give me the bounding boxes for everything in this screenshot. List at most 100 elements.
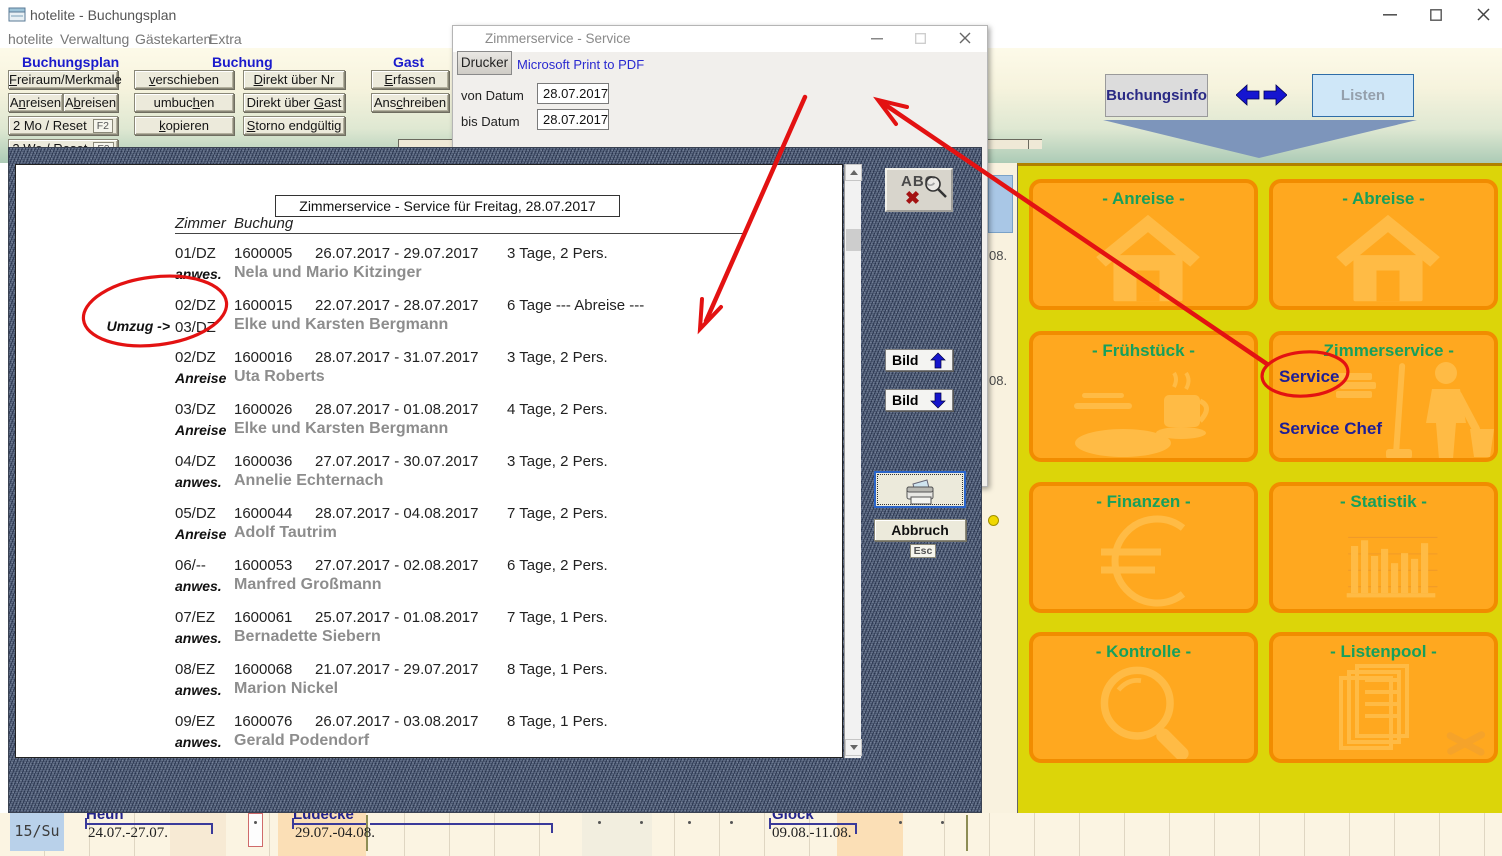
row-stay-info: 3 Tage, 2 Pers. — [507, 349, 608, 366]
arrow-left-icon[interactable] — [1236, 84, 1260, 106]
tile-anreise[interactable]: - Anreise - — [1029, 179, 1258, 310]
menu-verwaltung[interactable]: Verwaltung — [60, 31, 129, 47]
section-label-buchung: Buchung — [212, 54, 273, 70]
report-row: 05/DZ Anreise 1600044 28.07.2017 - 04.08… — [16, 502, 844, 554]
abreisen-button[interactable]: Abreisen — [63, 93, 118, 112]
row-stay-info: 8 Tage, 1 Pers. — [507, 713, 608, 730]
row-date-range: 28.07.2017 - 01.08.2017 — [315, 401, 478, 418]
preview-scrollbar[interactable] — [844, 164, 861, 758]
esc-key-badge: Esc — [910, 544, 937, 558]
tile-finanzen[interactable]: - Finanzen - — [1029, 482, 1258, 613]
booking-bar[interactable] — [370, 823, 552, 825]
bis-datum-field[interactable] — [537, 109, 609, 130]
scrollbar-thumb[interactable] — [846, 229, 861, 251]
verschieben-button[interactable]: verschieben — [134, 70, 234, 89]
page-up-button[interactable]: Bild — [885, 349, 953, 371]
report-row: 03/DZ Anreise 1600026 28.07.2017 - 01.08… — [16, 398, 844, 450]
tile-statistik[interactable]: - Statistik - — [1269, 482, 1498, 613]
zwei-monate-reset-button[interactable]: 2 Mo / ResetF2 — [8, 116, 118, 135]
row-booking-number: 1600026 — [234, 401, 292, 418]
bookingplan-row-strip: 15/Su Heun 24.07.-27.07. Lüdecke 29.07.-… — [0, 813, 1502, 856]
tools-icon — [1443, 726, 1488, 761]
row-room: 07/EZ — [175, 609, 215, 626]
row-room: 02/DZ — [175, 349, 216, 366]
scroll-up-button[interactable] — [845, 164, 862, 181]
row-stay-info: 6 Tage --- Abreise --- — [507, 297, 644, 314]
row-status: anwes. — [175, 266, 222, 282]
close-icon[interactable] — [1477, 8, 1490, 21]
breakfast-icon — [1068, 365, 1228, 460]
umbuchen-button[interactable]: umbuchen — [134, 93, 234, 112]
row-guest-name: Nela und Mario Kitzinger — [234, 264, 422, 282]
report-row: 08/EZ anwes. 1600068 21.07.2017 - 29.07.… — [16, 658, 844, 710]
selected-day-cell[interactable] — [248, 813, 263, 847]
zoom-text-button[interactable]: ABC ✖ — [885, 168, 953, 212]
maximize-icon[interactable] — [915, 33, 926, 44]
report-row: 07/EZ anwes. 1600061 25.07.2017 - 01.08.… — [16, 606, 844, 658]
row-room: 05/DZ — [175, 505, 216, 522]
anreisen-button[interactable]: Anreisen — [8, 93, 63, 112]
drucker-button[interactable]: Drucker — [457, 51, 512, 75]
tile-abreise[interactable]: - Abreise - — [1269, 179, 1498, 310]
menu-gaestekarten[interactable]: Gästekarten — [135, 31, 211, 47]
kopieren-button[interactable]: kopieren — [134, 116, 234, 135]
row-guest-name: Elke und Karsten Bergmann — [234, 316, 448, 334]
row-booking-number: 1600005 — [234, 245, 292, 262]
listen-button[interactable]: Listen — [1312, 74, 1414, 117]
direkt-ueber-nr-button[interactable]: Direkt über Nr — [243, 70, 345, 89]
print-button[interactable] — [874, 471, 966, 508]
dialog-titlebar[interactable]: Zimmerservice - Service — [453, 26, 987, 52]
function-panel: - Anreise - - Abreise - - Frühstück - - — [1017, 163, 1502, 856]
direkt-ueber-gast-button[interactable]: Direkt über Gast — [243, 93, 345, 112]
printer-icon — [897, 474, 943, 506]
tile-listenpool[interactable]: - Listenpool - — [1269, 632, 1498, 763]
storno-endgueltig-button[interactable]: Storno endgültig — [243, 116, 345, 135]
arrow-right-icon[interactable] — [1263, 84, 1287, 106]
anschreiben-button[interactable]: Anschreiben — [371, 93, 449, 112]
row-stay-info: 3 Tage, 2 Pers. — [507, 453, 608, 470]
printer-name-link[interactable]: Microsoft Print to PDF — [517, 57, 644, 72]
row-stay-info: 8 Tage, 1 Pers. — [507, 661, 608, 678]
service-link[interactable]: Service — [1279, 367, 1340, 387]
minimize-icon[interactable] — [1383, 14, 1397, 16]
row-room: 08/EZ — [175, 661, 215, 678]
report-row: 01/DZ anwes. 1600005 26.07.2017 - 29.07.… — [16, 242, 844, 294]
column-header-zimmer: Zimmer — [175, 215, 226, 232]
freiraum-merkmale-button[interactable]: Freiraum/Merkmale — [8, 70, 118, 89]
app-icon — [8, 7, 26, 22]
red-x-icon: ✖ — [905, 188, 920, 209]
row-stay-info: 7 Tage, 2 Pers. — [507, 505, 608, 522]
von-datum-field[interactable] — [537, 83, 609, 104]
section-label-buchungsplan: Buchungsplan — [22, 54, 119, 70]
minimize-icon[interactable] — [871, 38, 883, 40]
row-date-range: 28.07.2017 - 04.08.2017 — [315, 505, 478, 522]
row-stay-info: 6 Tage, 2 Pers. — [507, 557, 608, 574]
magnifier-icon — [923, 174, 949, 200]
report-row: 02/DZ Anreise 1600016 28.07.2017 - 31.07… — [16, 346, 844, 398]
tile-fruehstueck[interactable]: - Frühstück - — [1029, 331, 1258, 462]
abbruch-button[interactable]: Abbruch Esc — [874, 519, 966, 541]
row-date-range: 25.07.2017 - 01.08.2017 — [315, 609, 478, 626]
menu-hotelite[interactable]: hotelite — [8, 31, 53, 47]
tile-zimmerservice[interactable]: - Zimmerservice - Service Service Chef — [1269, 331, 1498, 462]
bar-chart-icon — [1341, 516, 1441, 606]
close-icon[interactable] — [959, 32, 971, 44]
maximize-icon[interactable] — [1430, 9, 1442, 21]
row-guest-name: Annelie Echternach — [234, 472, 383, 490]
menu-extra[interactable]: Extra — [209, 31, 242, 47]
room-row-label[interactable]: 15/Su — [10, 813, 64, 851]
buchungsinfo-button[interactable]: Buchungsinfo — [1105, 74, 1208, 117]
erfassen-button[interactable]: Erfassen — [371, 70, 449, 89]
documents-icon — [1335, 662, 1445, 762]
tile-kontrolle[interactable]: - Kontrolle - — [1029, 632, 1258, 763]
page-down-button[interactable]: Bild — [885, 389, 953, 411]
column-header-buchung: Buchung — [234, 215, 293, 232]
row-stay-info: 4 Tage, 2 Pers. — [507, 401, 608, 418]
service-chef-link[interactable]: Service Chef — [1279, 419, 1382, 439]
booking-dates: 24.07.-27.07. — [88, 825, 168, 842]
arrow-down-icon — [930, 392, 946, 409]
scroll-down-button[interactable] — [845, 739, 862, 756]
row-booking-number: 1600015 — [234, 297, 292, 314]
pointer-triangle — [1100, 118, 1420, 160]
f2-key-badge: F2 — [93, 119, 113, 133]
